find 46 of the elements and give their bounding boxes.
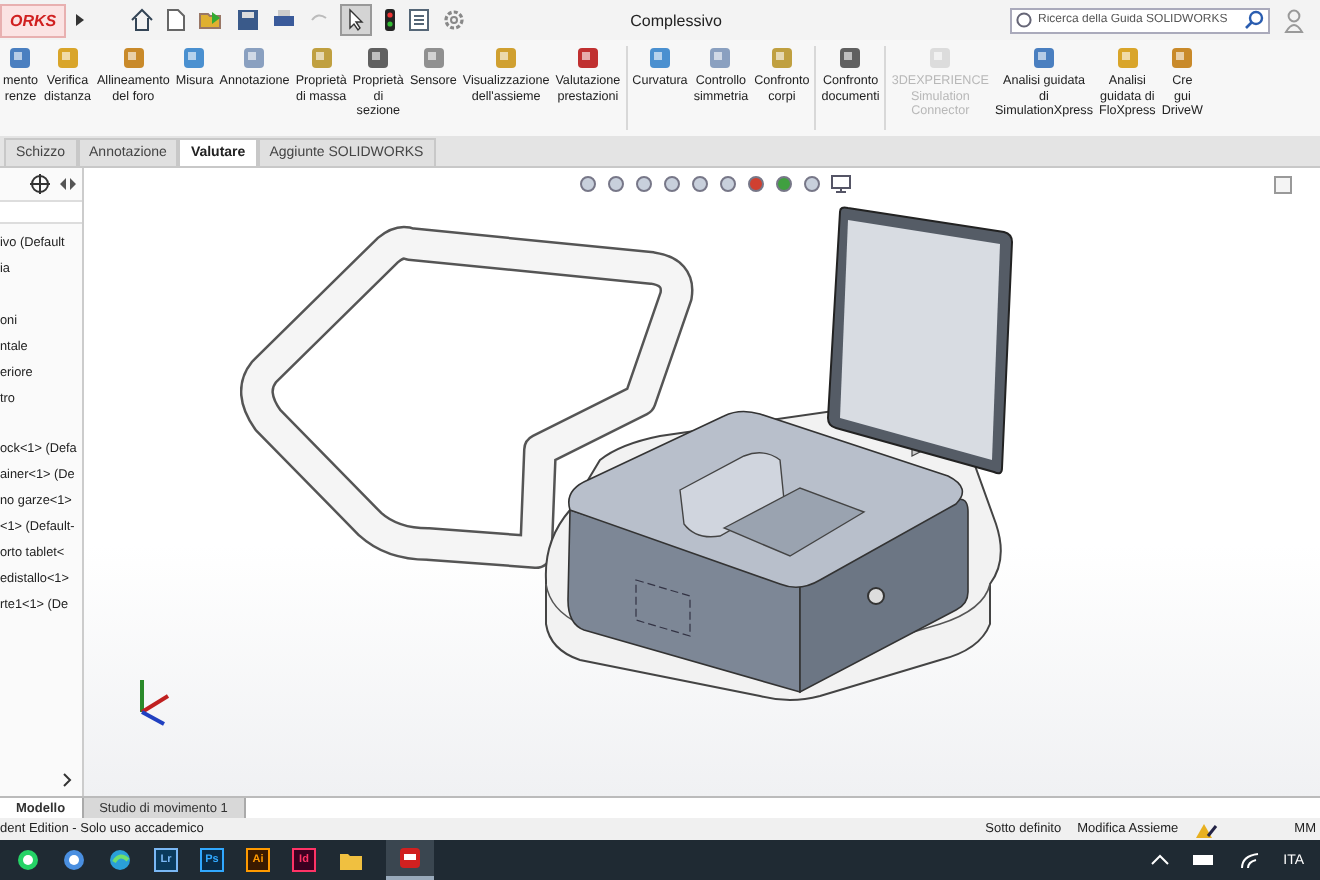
browser-icon[interactable] xyxy=(108,848,132,872)
new-document-icon[interactable] xyxy=(166,8,187,32)
tool-icon xyxy=(769,46,794,70)
crosshair-icon[interactable] xyxy=(30,174,50,194)
tool-icon xyxy=(928,46,953,70)
home-icon[interactable] xyxy=(130,8,155,32)
print-icon[interactable] xyxy=(272,8,297,32)
chevron-right-icon[interactable] xyxy=(62,772,74,788)
search-icon xyxy=(1244,10,1264,30)
folder-icon[interactable] xyxy=(338,849,364,871)
tool-icon xyxy=(575,46,600,70)
open-folder-icon[interactable] xyxy=(198,8,225,32)
monitor-icon[interactable] xyxy=(830,174,852,194)
settings-icon[interactable] xyxy=(442,8,467,32)
tool-icon xyxy=(838,46,863,70)
select-cursor-icon[interactable] xyxy=(340,4,373,36)
tool-icon xyxy=(55,46,80,70)
traffic-light-icon[interactable] xyxy=(384,8,397,32)
tool-icon xyxy=(121,46,146,70)
tool-icon xyxy=(1115,46,1140,70)
tool-icon xyxy=(647,46,672,70)
help-icon xyxy=(1016,12,1032,28)
logo-text: ORKS xyxy=(0,3,67,37)
chevron-up-icon[interactable] xyxy=(1149,852,1170,868)
user-icon[interactable] xyxy=(1284,7,1304,33)
window-restore-icon[interactable] xyxy=(1274,176,1292,194)
battery-icon[interactable] xyxy=(1191,852,1216,868)
filter-field[interactable] xyxy=(0,202,82,224)
tool-icon xyxy=(1170,46,1195,70)
tool-icon xyxy=(1031,46,1056,70)
save-icon[interactable] xyxy=(236,8,261,32)
expand-arrow-icon[interactable] xyxy=(74,12,87,28)
wifi-icon[interactable] xyxy=(1237,850,1262,870)
tool-icon xyxy=(182,46,207,70)
tool-icon xyxy=(8,46,33,70)
chat-icon[interactable] xyxy=(16,848,40,872)
rebuild-icon[interactable] xyxy=(1194,819,1219,839)
tool-icon xyxy=(309,46,334,70)
tool-icon xyxy=(708,46,733,70)
tool-icon xyxy=(242,46,267,70)
window-title: Complessivo xyxy=(630,11,722,29)
tool-icon xyxy=(366,46,391,70)
tool-icon xyxy=(421,46,446,70)
list-icon[interactable] xyxy=(408,8,431,32)
tool-icon xyxy=(494,46,519,70)
cad-app-icon[interactable] xyxy=(398,846,422,870)
